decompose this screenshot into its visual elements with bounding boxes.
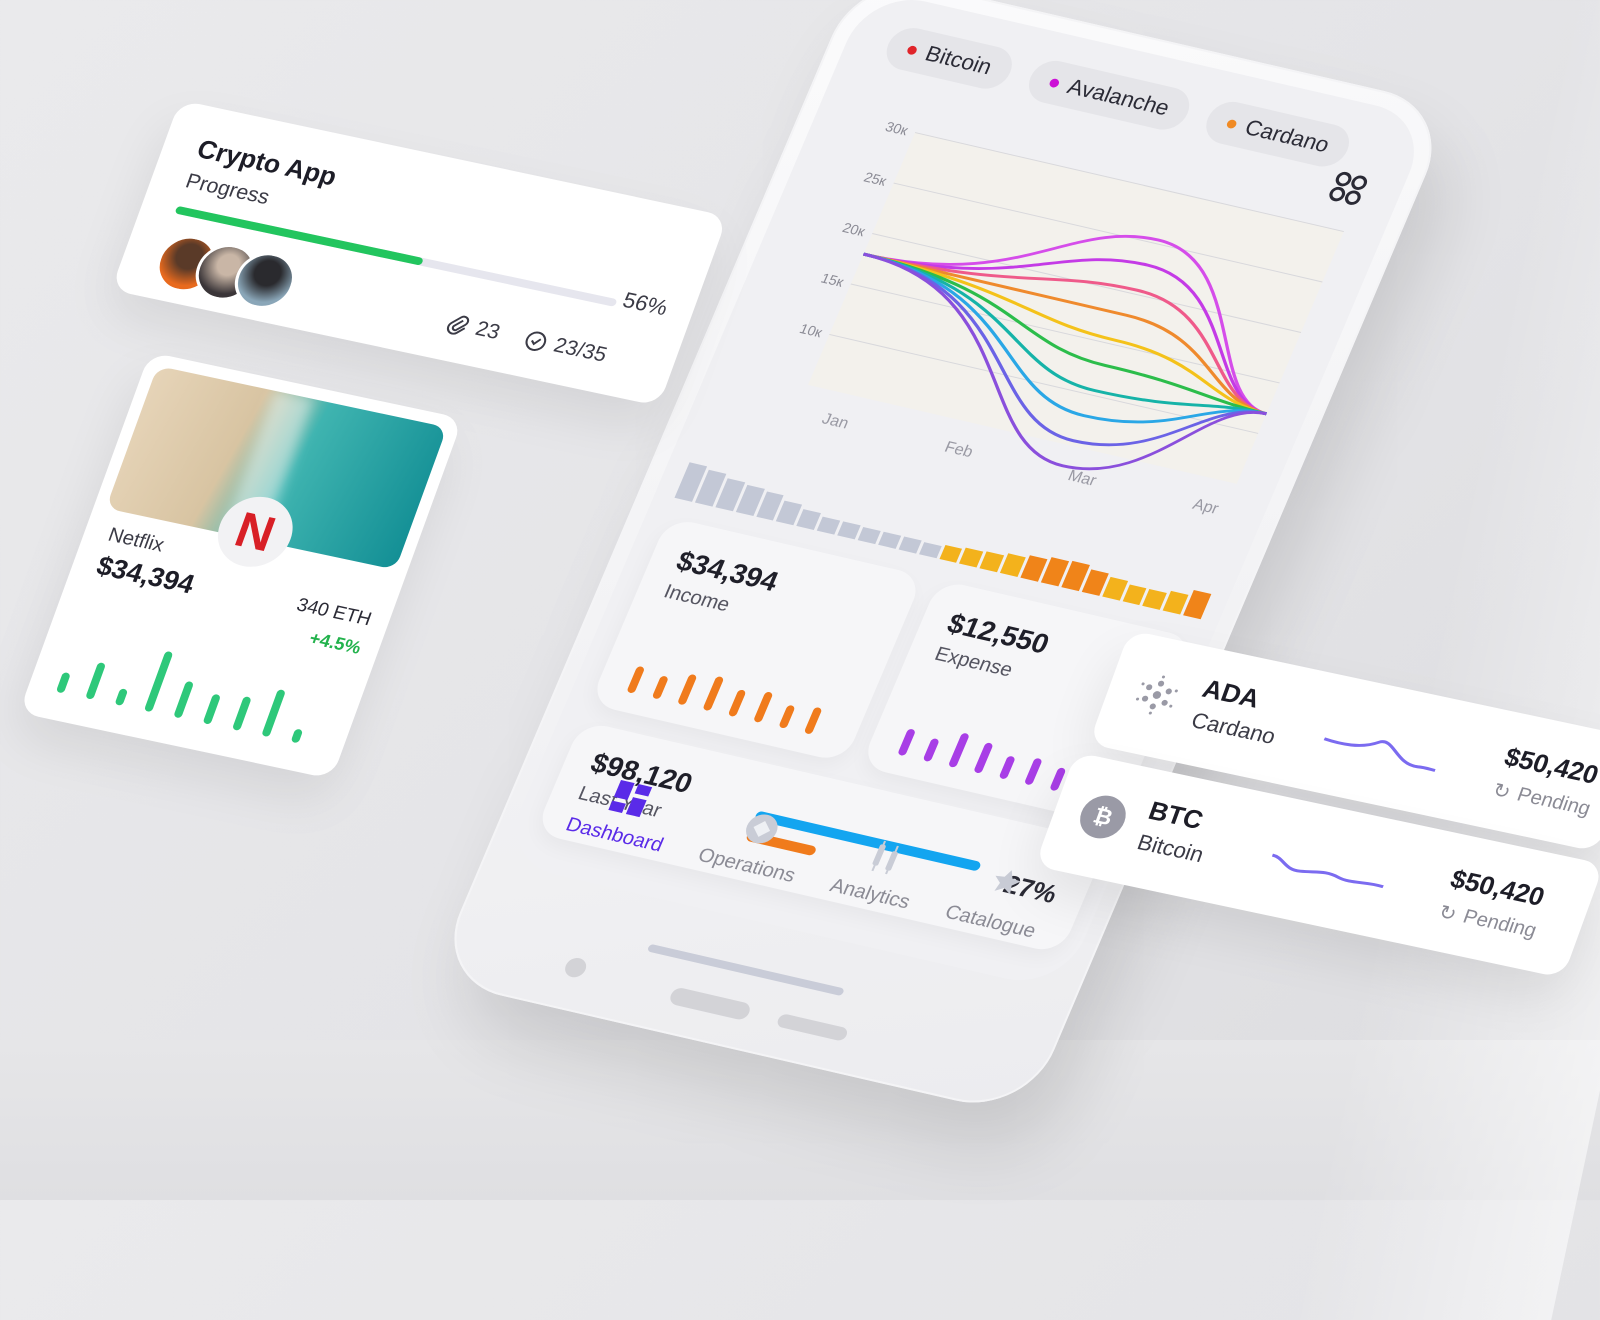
bitcoin-icon: ₿ [1073,791,1133,843]
legend-label-bitcoin: Bitcoin [921,40,996,80]
mini-bar [202,693,222,725]
charging-port [667,986,753,1022]
nav-label-analytics: Analytics [827,874,914,913]
mini-bar [85,661,107,700]
headphone-jack [561,956,590,980]
nav-operations[interactable]: Operations [694,801,817,888]
mini-bar [55,671,71,694]
mini-bar [897,728,917,757]
chart-plot-area [807,132,1344,484]
apps-icon[interactable] [1322,169,1372,216]
nav-analytics[interactable]: Analytics [827,831,932,913]
legend-dot-avalanche [1048,77,1061,88]
phone-body: Bitcoin Avalanche Cardano 30к 25к 20к 15… [431,0,1455,1117]
netflix-change: +4.5% [306,628,364,658]
netflix-amount: $34,394 [92,550,199,600]
mini-bar [702,675,725,712]
apps-icon-glyph [1329,171,1368,205]
cardano-icon [1135,675,1178,715]
income-bars [626,617,843,735]
x-tick-label: Apr [1190,495,1222,517]
volume-bar [816,516,841,535]
legend-label-cardano: Cardano [1241,114,1334,158]
ada-name: Cardano [1187,707,1280,749]
mini-bar [143,650,174,713]
tasks-value: 23/35 [550,333,610,367]
nav-label-catalogue: Catalogue [941,900,1040,942]
volume-bar [898,536,922,554]
mini-bar [676,673,698,706]
ada-status-label: Pending [1514,783,1594,820]
clock-24-icon: ↻ [1489,779,1514,804]
btc-status-label: Pending [1460,905,1540,942]
nav-label-dashboard: Dashboard [562,813,667,856]
y-tick-label: 25к [862,169,890,189]
legend-label-avalanche: Avalanche [1063,73,1174,121]
netflix-eth: 340 ETH [293,594,375,631]
check-circle-icon [525,331,547,351]
volume-bar [837,521,861,540]
legend-dot-cardano [1225,118,1239,129]
legend-dot-bitcoin [906,44,919,56]
y-tick-label: 15к [819,270,847,290]
nav-label-operations: Operations [694,843,799,887]
netflix-bars [55,625,323,744]
y-tick-label: 10к [797,320,825,340]
netflix-card[interactable]: N Netflix $34,394 340 ETH +4.5% [18,352,464,780]
legend-pill-bitcoin[interactable]: Bitcoin [879,23,1019,93]
grid-icon [608,779,653,817]
clock-24-icon: ↻ [1435,901,1460,926]
ada-symbol: ADA [1198,673,1265,714]
operations-icon [746,814,779,843]
speaker-grille [775,1012,850,1042]
nav-catalogue[interactable]: Catalogue [941,858,1057,943]
mini-bar [231,696,252,731]
crypto-app-percent: 56% [619,287,672,321]
mini-bar [727,689,747,718]
volume-bar [939,544,963,563]
mini-bar [626,665,646,694]
y-tick-label: 20к [840,219,868,239]
legend-pill-cardano[interactable]: Cardano [1199,97,1357,171]
x-tick-label: Feb [942,438,976,461]
btc-sparkline [1271,853,1384,889]
income-card[interactable]: $34,394 Income [589,516,924,763]
legend-pill-avalanche[interactable]: Avalanche [1021,56,1197,134]
btc-symbol: BTC [1144,795,1208,835]
mini-bar [114,687,129,706]
y-tick-label: 30к [883,119,911,139]
volume-bar [857,527,881,545]
mini-bar [922,737,940,763]
volume-bar [959,547,984,568]
mini-bar [947,732,970,768]
catalogue-icon [995,869,1022,895]
attachments-count: 23 [443,311,503,345]
nav-dashboard[interactable]: Dashboard [562,770,685,857]
volume-bar [878,531,902,549]
mini-bar [261,689,286,738]
candles-icon [871,840,900,874]
mini-bar [752,691,774,723]
mini-bar [651,675,669,700]
crypto-app-card[interactable]: Crypto App Progress 56% 23 23/35 [110,100,728,407]
tasks-count: 23/35 [521,328,610,368]
mini-bar [173,680,195,719]
mini-bar [973,742,994,774]
mini-bar [1023,757,1043,786]
ada-sparkline [1323,737,1436,772]
mini-bar [290,728,304,744]
volume-bar [918,542,942,559]
x-tick-label: Jan [819,410,851,432]
paperclip-icon [446,315,470,335]
mini-bar [998,755,1016,780]
mini-bar [803,706,823,735]
mini-bar [778,704,796,729]
attachments-value: 23 [472,317,504,344]
